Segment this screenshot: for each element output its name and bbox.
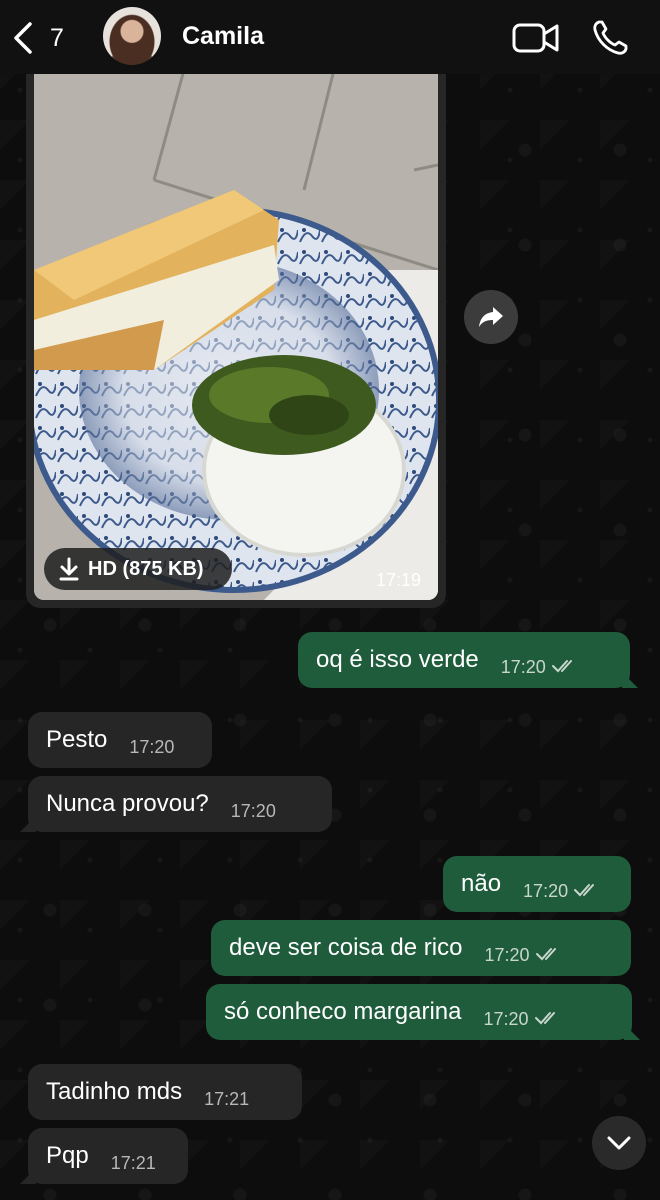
- hd-download-button[interactable]: HD (875 KB): [44, 548, 232, 590]
- scroll-to-bottom-button[interactable]: [592, 1116, 646, 1170]
- phone-icon[interactable]: [590, 18, 630, 58]
- back-button[interactable]: 7: [10, 18, 80, 58]
- message-time: 17:21: [110, 1152, 156, 1173]
- message-text: só conheco margarina: [224, 998, 462, 1025]
- message-text: não: [461, 870, 502, 897]
- message-time: 17:20: [483, 1008, 529, 1029]
- message-bubble-incoming[interactable]: Pesto 17:20: [28, 712, 212, 768]
- message-text: oq é isso verde: [316, 646, 479, 673]
- message-time: 17:21: [204, 1088, 250, 1109]
- message-bubble-outgoing[interactable]: deve ser coisa de rico 17:20: [211, 920, 631, 976]
- chevron-down-icon: [607, 1136, 631, 1150]
- hd-download-label: HD (875 KB): [88, 557, 204, 580]
- message-bubble-incoming[interactable]: Nunca provou? 17:20: [28, 776, 332, 832]
- message-time: 17:20: [500, 656, 546, 677]
- chat-header: 7 Camila: [0, 0, 660, 74]
- message-bubble-outgoing[interactable]: não 17:20: [443, 856, 631, 912]
- unread-count: 7: [50, 23, 64, 52]
- double-check-icon: [574, 884, 595, 897]
- message-time: 17:20: [523, 880, 569, 901]
- double-check-icon: [551, 660, 572, 673]
- message-bubble-incoming[interactable]: Pqp 17:21: [28, 1128, 188, 1184]
- avatar[interactable]: [103, 7, 161, 65]
- message-time: 17:20: [230, 800, 276, 821]
- message-bubble-outgoing[interactable]: só conheco margarina 17:20: [206, 984, 632, 1040]
- double-check-icon: [534, 1012, 555, 1025]
- message-text: Pesto: [46, 726, 108, 753]
- chevron-left-icon: [14, 22, 32, 54]
- forward-arrow-icon: [479, 307, 503, 327]
- message-time: 17:20: [484, 944, 530, 965]
- message-bubble-incoming[interactable]: Tadinho mds 17:21: [28, 1064, 302, 1120]
- message-text: Tadinho mds: [46, 1078, 183, 1105]
- food-photo[interactable]: [34, 70, 438, 600]
- message-text: deve ser coisa de rico: [229, 934, 463, 961]
- message-text: Pqp: [46, 1142, 89, 1169]
- video-camera-icon[interactable]: [512, 20, 560, 56]
- image-timestamp: 17:19: [376, 570, 422, 590]
- contact-name[interactable]: Camila: [182, 22, 264, 51]
- forward-button[interactable]: [464, 290, 518, 344]
- double-check-icon: [535, 948, 556, 961]
- message-bubble-outgoing[interactable]: oq é isso verde 17:20: [298, 632, 630, 688]
- download-icon: [59, 557, 79, 581]
- message-text: Nunca provou?: [46, 790, 209, 817]
- image-message[interactable]: [26, 70, 446, 608]
- message-time: 17:20: [129, 736, 175, 757]
